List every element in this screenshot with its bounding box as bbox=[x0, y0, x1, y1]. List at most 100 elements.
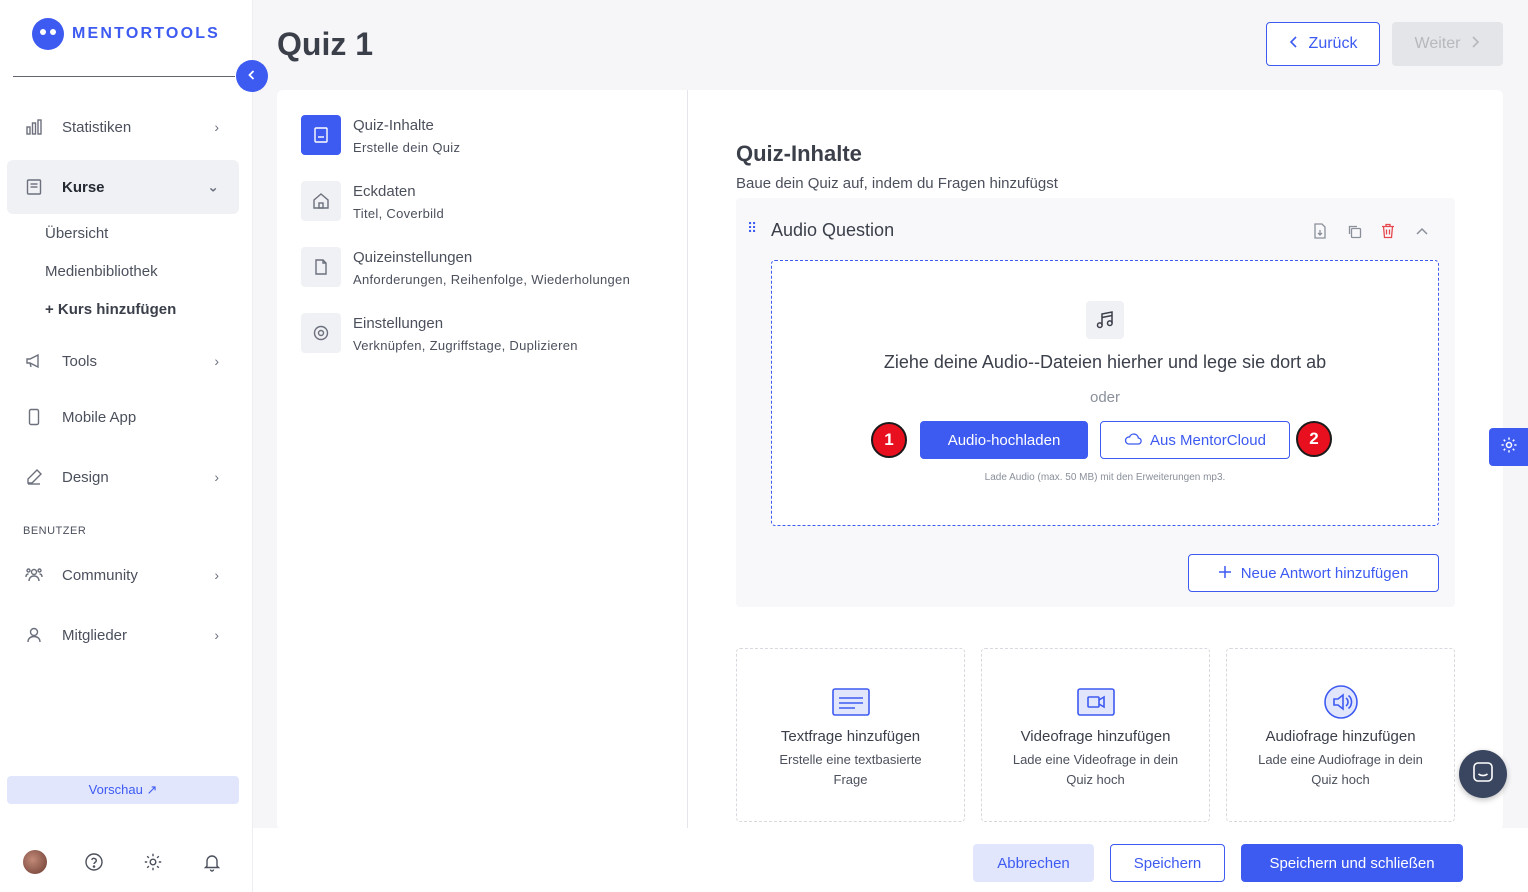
card-title: Textfrage hinzufügen bbox=[780, 728, 921, 745]
sidebar-item-label: Mobile App bbox=[62, 408, 137, 426]
step-title: Quiz-Inhalte bbox=[353, 117, 434, 134]
sidebar-item-tools[interactable]: Tools › bbox=[7, 334, 239, 388]
logo[interactable]: MENTORTOOLS bbox=[32, 18, 220, 50]
speaker-icon bbox=[1322, 685, 1360, 719]
chat-icon bbox=[1472, 761, 1494, 788]
sidebar-item-statistiken[interactable]: Statistiken › bbox=[7, 100, 239, 154]
step-title: Quizeinstellungen bbox=[353, 249, 473, 266]
dropzone-or: oder bbox=[1089, 389, 1121, 406]
add-answer-label: Neue Antwort hinzufügen bbox=[1240, 564, 1409, 582]
mentorcloud-label: Aus MentorCloud bbox=[1150, 431, 1266, 449]
sidebar-item-label: Design bbox=[62, 468, 109, 486]
book-icon bbox=[301, 115, 341, 155]
user-icon bbox=[24, 625, 44, 645]
help-icon[interactable] bbox=[82, 850, 106, 874]
step-desc: Erstelle dein Quiz bbox=[353, 140, 461, 155]
save-and-close-button[interactable]: Speichern und schließen bbox=[1241, 844, 1463, 882]
page-title: Quiz 1 bbox=[277, 26, 374, 62]
back-label: Zurück bbox=[1308, 35, 1358, 52]
step-quiz-inhalte[interactable]: Quiz-Inhalte Erstelle dein Quiz bbox=[301, 115, 460, 155]
content-title: Quiz-Inhalte bbox=[736, 141, 862, 166]
sidebar-item-label: Statistiken bbox=[62, 118, 132, 136]
settings-tab-button[interactable] bbox=[1489, 428, 1528, 466]
next-label: Weiter bbox=[1414, 35, 1461, 52]
collapse-sidebar-button[interactable] bbox=[236, 60, 268, 92]
card-desc: Lade eine Audiofrage in dein Quiz hoch bbox=[1258, 752, 1423, 787]
sidebar-item-community[interactable]: Community › bbox=[7, 548, 239, 602]
annotation-badge-2: 2 bbox=[1296, 421, 1332, 457]
step-desc: Verknüpfen, Zugriffstage, Duplizieren bbox=[353, 338, 578, 353]
sidebar-item-mitglieder[interactable]: Mitglieder › bbox=[7, 608, 239, 662]
bell-icon[interactable] bbox=[200, 850, 224, 874]
chevron-right-icon bbox=[1470, 35, 1480, 53]
music-note-icon bbox=[1086, 301, 1124, 339]
dropzone-text: Ziehe deine Audio--Dateien hierher und l… bbox=[883, 352, 1327, 372]
step-title: Eckdaten bbox=[353, 183, 416, 200]
subitem-kurs-hinzufuegen[interactable]: + Kurs hinzufügen bbox=[45, 301, 176, 318]
chevron-right-icon: › bbox=[214, 567, 219, 583]
save-button[interactable]: Speichern bbox=[1110, 844, 1225, 882]
brand-name: MENTORTOOLS bbox=[72, 25, 221, 42]
chevron-right-icon: › bbox=[214, 353, 219, 369]
sidebar-item-label: Kurse bbox=[62, 178, 105, 196]
bar-chart-icon bbox=[24, 117, 44, 137]
chevron-down-icon: ⌄ bbox=[207, 178, 219, 195]
sidebar-item-label: Mitglieder bbox=[62, 626, 128, 644]
sidebar-item-label: Community bbox=[62, 566, 138, 584]
book-icon bbox=[24, 177, 44, 197]
mobile-icon bbox=[24, 407, 44, 427]
community-icon bbox=[24, 565, 44, 585]
sidebar-item-label: Tools bbox=[62, 352, 98, 370]
next-button[interactable]: Weiter bbox=[1392, 22, 1503, 66]
mentorcloud-button[interactable]: Aus MentorCloud bbox=[1100, 421, 1290, 459]
text-lines-icon bbox=[831, 685, 870, 719]
duplicate-icon[interactable] bbox=[1345, 222, 1363, 240]
step-quizeinstellungen[interactable]: Quizeinstellungen Anforderungen, Reihenf… bbox=[301, 247, 630, 287]
drag-handle-icon[interactable]: ⠿ bbox=[747, 220, 757, 237]
chevron-up-icon[interactable] bbox=[1413, 222, 1431, 240]
trash-icon[interactable] bbox=[1379, 222, 1397, 240]
step-desc: Titel, Coverbild bbox=[353, 206, 445, 221]
chevron-right-icon: › bbox=[214, 627, 219, 643]
question-title: Audio Question bbox=[771, 220, 895, 240]
subitem-uebersicht[interactable]: Übersicht bbox=[45, 225, 108, 242]
sidebar-bottom-bar bbox=[0, 846, 253, 878]
chevron-left-icon bbox=[1289, 35, 1299, 53]
add-audio-question-card[interactable]: Audiofrage hinzufügen Lade eine Audiofra… bbox=[1226, 648, 1455, 822]
sidebar-item-mobile-app[interactable]: Mobile App bbox=[7, 390, 239, 444]
annotation-badge-1: 1 bbox=[871, 422, 907, 458]
card-desc: Erstelle eine textbasierte Frage bbox=[779, 752, 922, 787]
video-icon bbox=[1076, 685, 1115, 719]
subitem-medienbibliothek[interactable]: Medienbibliothek bbox=[45, 263, 158, 280]
step-einstellungen[interactable]: Einstellungen Verknüpfen, Zugriffstage, … bbox=[301, 313, 578, 353]
step-desc: Anforderungen, Reihenfolge, Wiederholung… bbox=[353, 272, 631, 287]
back-button[interactable]: Zurück bbox=[1266, 22, 1380, 66]
step-title: Einstellungen bbox=[353, 315, 444, 332]
section-label-benutzer: BENUTZER bbox=[23, 525, 87, 537]
gear-icon[interactable] bbox=[141, 850, 165, 874]
logo-divider bbox=[13, 76, 235, 77]
content-subtitle: Baue dein Quiz auf, indem du Fragen hinz… bbox=[736, 175, 1058, 192]
card-title: Videofrage hinzufügen bbox=[1020, 728, 1171, 745]
add-text-question-card[interactable]: Textfrage hinzufügen Erstelle eine textb… bbox=[736, 648, 965, 822]
chevron-right-icon: › bbox=[214, 119, 219, 135]
step-eckdaten[interactable]: Eckdaten Titel, Coverbild bbox=[301, 181, 444, 221]
gear-icon bbox=[301, 313, 341, 353]
chat-launcher-button[interactable] bbox=[1459, 750, 1507, 798]
avatar[interactable] bbox=[23, 850, 47, 874]
gear-icon bbox=[1500, 436, 1518, 459]
export-icon[interactable] bbox=[1311, 222, 1329, 240]
pencil-icon bbox=[24, 467, 44, 487]
audio-upload-button[interactable]: Audio-hochladen bbox=[920, 421, 1088, 459]
add-video-question-card[interactable]: Videofrage hinzufügen Lade eine Videofra… bbox=[981, 648, 1210, 822]
upload-hint: Lade Audio (max. 50 MB) mit den Erweiter… bbox=[984, 472, 1226, 483]
sidebar-item-kurse[interactable]: Kurse ⌄ bbox=[7, 160, 239, 214]
chevron-left-icon bbox=[246, 68, 258, 84]
preview-button[interactable]: Vorschau ↗ bbox=[7, 776, 239, 804]
add-answer-button[interactable]: Neue Antwort hinzufügen bbox=[1188, 554, 1439, 592]
plus-icon bbox=[1218, 565, 1231, 582]
panel-divider bbox=[687, 90, 688, 830]
cancel-button[interactable]: Abbrechen bbox=[973, 844, 1094, 882]
sidebar-item-design[interactable]: Design › bbox=[7, 450, 239, 504]
chevron-right-icon: › bbox=[214, 469, 219, 485]
